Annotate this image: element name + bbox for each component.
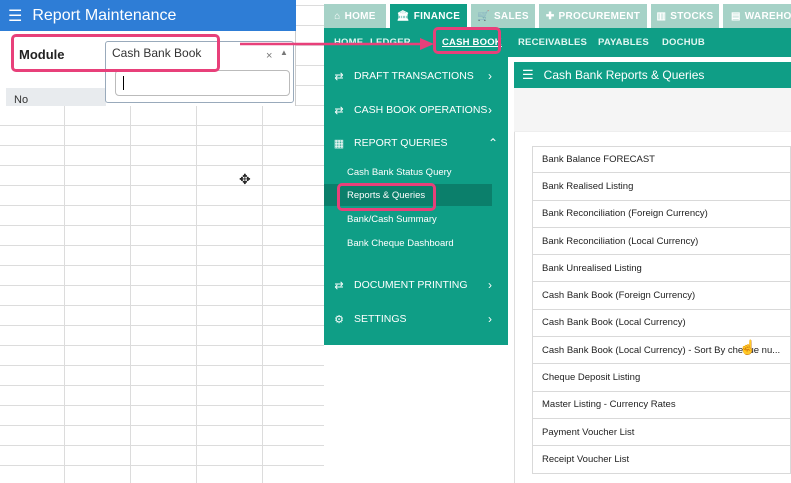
screenshot-stage: ☰ Report Maintenance No Module Cash Bank…	[0, 0, 791, 483]
annotation-arrow	[240, 38, 434, 50]
arrow-head	[420, 38, 434, 50]
